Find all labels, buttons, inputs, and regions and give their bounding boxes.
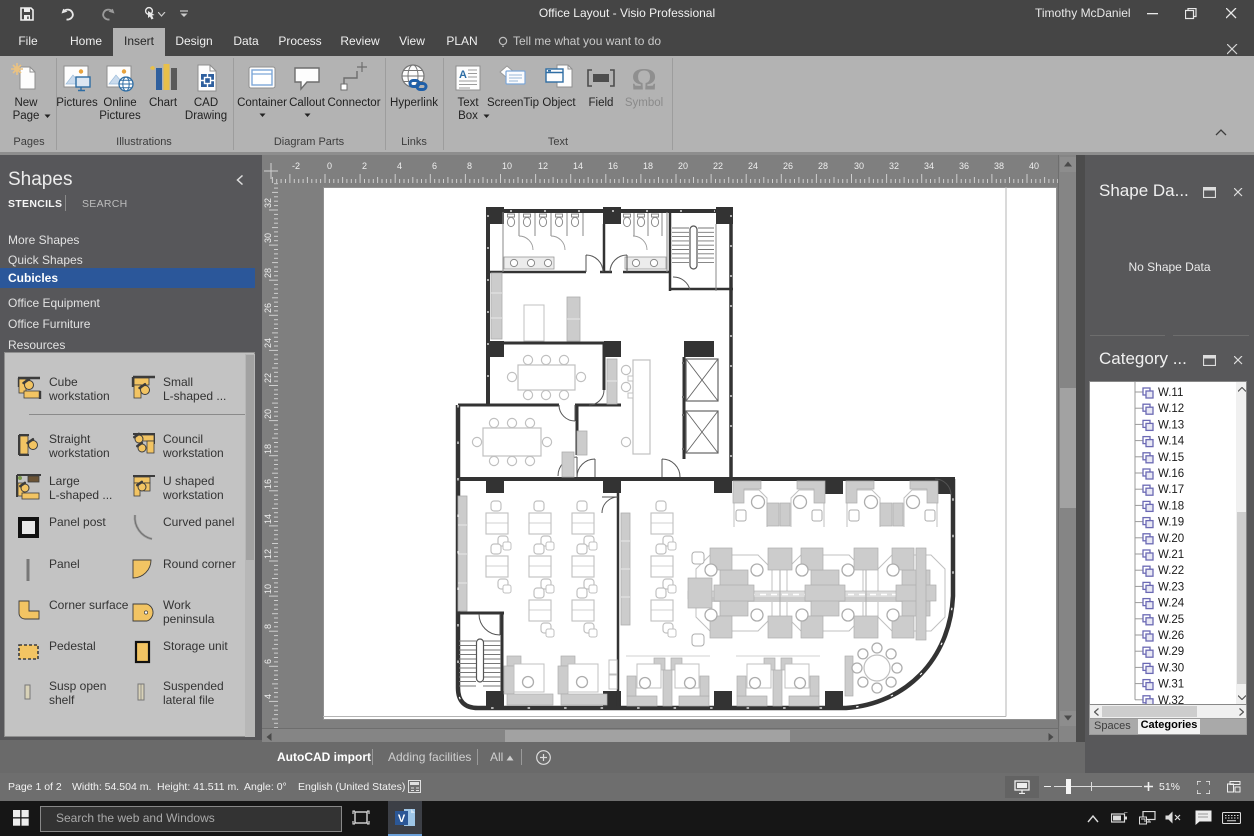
svg-text:W.25: W.25 (1158, 614, 1184, 626)
svg-text:14: 14 (573, 161, 583, 171)
svg-text:20: 20 (678, 161, 688, 171)
svg-text:W.13: W.13 (1158, 419, 1184, 431)
svg-text:W.17: W.17 (1158, 484, 1184, 496)
svg-text:2: 2 (362, 161, 367, 171)
svg-text:30: 30 (263, 233, 273, 243)
svg-text:16: 16 (263, 479, 273, 489)
svg-text:40: 40 (1029, 161, 1039, 171)
svg-text:Ω: Ω (632, 62, 657, 94)
svg-text:W.26: W.26 (1158, 630, 1184, 642)
svg-text:14: 14 (263, 514, 273, 524)
svg-text:W.29: W.29 (1158, 646, 1184, 658)
svg-text:W.23: W.23 (1158, 581, 1184, 593)
svg-text:W.20: W.20 (1158, 533, 1184, 545)
svg-text:18: 18 (643, 161, 653, 171)
svg-text:6: 6 (432, 161, 437, 171)
svg-text:12: 12 (538, 161, 548, 171)
svg-text:24: 24 (748, 161, 758, 171)
svg-text:34: 34 (924, 161, 934, 171)
svg-text:4: 4 (397, 161, 402, 171)
svg-text:8: 8 (263, 624, 273, 629)
svg-text:W.21: W.21 (1158, 549, 1184, 561)
svg-text:18: 18 (263, 444, 273, 454)
svg-text:W.22: W.22 (1158, 565, 1184, 577)
svg-text:10: 10 (502, 161, 512, 171)
svg-text:6: 6 (263, 659, 273, 664)
svg-text:A: A (459, 69, 467, 81)
svg-text:8: 8 (467, 161, 472, 171)
svg-text:W.31: W.31 (1158, 679, 1184, 691)
svg-text:W.12: W.12 (1158, 403, 1184, 415)
svg-text:W.14: W.14 (1158, 436, 1185, 448)
svg-text:38: 38 (994, 161, 1004, 171)
svg-text:W.16: W.16 (1158, 468, 1184, 480)
svg-text:0: 0 (327, 161, 332, 171)
svg-text:28: 28 (818, 161, 828, 171)
svg-text:36: 36 (959, 161, 969, 171)
svg-text:12: 12 (263, 549, 273, 559)
svg-text:W.18: W.18 (1158, 500, 1184, 512)
svg-text:26: 26 (783, 161, 793, 171)
svg-text:24: 24 (263, 338, 273, 348)
svg-text:W.32: W.32 (1158, 695, 1184, 705)
svg-text:30: 30 (854, 161, 864, 171)
svg-text:-2: -2 (292, 161, 300, 171)
svg-text:10: 10 (263, 584, 273, 594)
svg-text:W.24: W.24 (1158, 598, 1185, 610)
svg-text:22: 22 (263, 373, 273, 383)
svg-text:32: 32 (889, 161, 899, 171)
svg-text:W.19: W.19 (1158, 517, 1184, 529)
svg-text:20: 20 (263, 409, 273, 419)
svg-text:W.11: W.11 (1158, 387, 1183, 399)
svg-text:26: 26 (263, 303, 273, 313)
svg-text:22: 22 (713, 161, 723, 171)
svg-text:W.15: W.15 (1158, 452, 1184, 464)
svg-text:W.30: W.30 (1158, 662, 1184, 674)
svg-text:32: 32 (263, 198, 273, 208)
svg-text:28: 28 (263, 268, 273, 278)
svg-text:16: 16 (608, 161, 618, 171)
svg-text:4: 4 (263, 694, 273, 699)
svg-text:V: V (398, 813, 406, 825)
